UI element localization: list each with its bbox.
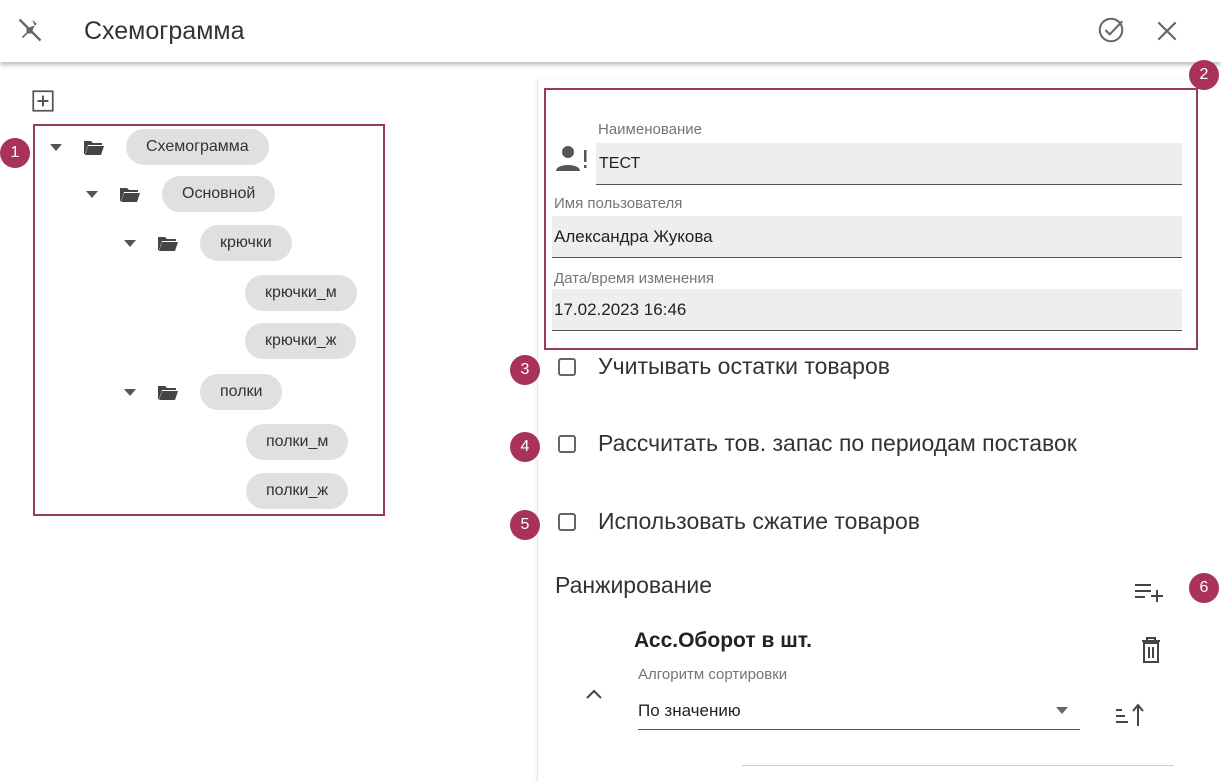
stock-checkbox-label[interactable]: Учитывать остатки товаров bbox=[598, 353, 890, 380]
tree-node-main[interactable]: Основной bbox=[86, 176, 276, 212]
folder-open-icon bbox=[120, 188, 140, 202]
dropdown-arrow-icon bbox=[1056, 707, 1068, 714]
date-label: Дата/время изменения bbox=[554, 270, 714, 287]
tree-node-label[interactable]: крючки_ж bbox=[245, 323, 357, 359]
folder-open-icon bbox=[158, 386, 178, 400]
user-field[interactable]: Александра Жукова bbox=[552, 216, 1182, 258]
marker-3: 3 bbox=[510, 355, 540, 385]
compress-checkbox-label[interactable]: Использовать сжатие товаров bbox=[598, 508, 920, 535]
caret-down-icon[interactable] bbox=[86, 190, 98, 198]
supply-checkbox[interactable] bbox=[558, 434, 576, 453]
tree-node-label[interactable]: полки_м bbox=[246, 424, 349, 460]
tree-node-label[interactable]: крючки bbox=[200, 225, 292, 261]
caret-down-icon[interactable] bbox=[50, 143, 62, 151]
folder-open-icon bbox=[158, 237, 178, 251]
divider bbox=[742, 765, 1174, 766]
tree-node-shelves[interactable]: полки bbox=[124, 374, 283, 410]
option-compress-row[interactable]: Использовать сжатие товаров bbox=[558, 508, 920, 535]
option-supply-row[interactable]: Рассчитать тов. запас по периодам постав… bbox=[558, 430, 1077, 457]
check-circle-icon[interactable] bbox=[1096, 15, 1126, 45]
chevron-up-icon[interactable] bbox=[583, 686, 605, 702]
sort-algorithm-value: По значению bbox=[638, 701, 741, 720]
marker-5: 5 bbox=[510, 510, 540, 540]
tree-node-label[interactable]: крючки_м bbox=[245, 275, 357, 311]
tree-node-hooks-f[interactable]: крючки_ж bbox=[245, 323, 357, 359]
date-field[interactable]: 17.02.2023 16:46 bbox=[552, 289, 1182, 331]
playlist-add-icon[interactable] bbox=[1133, 578, 1167, 604]
marker-6: 6 bbox=[1189, 573, 1219, 603]
marker-4: 4 bbox=[510, 432, 540, 462]
name-label: Наименование bbox=[598, 121, 702, 138]
sort-algorithm-select[interactable]: По значению bbox=[638, 692, 1080, 730]
user-alert-icon bbox=[556, 146, 587, 171]
trash-icon[interactable] bbox=[1139, 636, 1163, 664]
tree-node-shelves-m[interactable]: полки_м bbox=[246, 424, 349, 460]
tree-node-label[interactable]: Схемограмма bbox=[126, 129, 269, 165]
stock-checkbox[interactable] bbox=[558, 357, 576, 376]
tree-node-hooks[interactable]: крючки bbox=[124, 225, 292, 261]
caret-down-icon[interactable] bbox=[124, 388, 136, 396]
tree-node-label[interactable]: полки_ж bbox=[246, 473, 349, 509]
marker-2: 2 bbox=[1189, 60, 1219, 90]
ranking-item-title: Асс.Оборот в шт. bbox=[634, 629, 812, 652]
supply-checkbox-label[interactable]: Рассчитать тов. запас по периодам постав… bbox=[598, 430, 1077, 457]
marker-1: 1 bbox=[0, 138, 30, 168]
sort-ascending-icon[interactable] bbox=[1112, 700, 1146, 730]
caret-down-icon[interactable] bbox=[124, 239, 136, 247]
tree-node-hooks-m[interactable]: крючки_м bbox=[245, 275, 357, 311]
tree-node-label[interactable]: полки bbox=[200, 374, 283, 410]
user-label: Имя пользователя bbox=[554, 195, 683, 212]
folder-open-icon bbox=[84, 141, 104, 155]
name-field[interactable]: ТЕСТ bbox=[596, 143, 1182, 185]
compress-checkbox[interactable] bbox=[558, 512, 576, 531]
tree-node-schemogram[interactable]: Схемограмма bbox=[50, 129, 269, 165]
pin-off-icon[interactable] bbox=[16, 16, 44, 44]
ranking-title: Ранжирование bbox=[555, 572, 712, 598]
plus-square-icon[interactable] bbox=[30, 88, 56, 114]
close-icon[interactable] bbox=[1154, 18, 1180, 44]
tree-node-shelves-f[interactable]: полки_ж bbox=[246, 473, 349, 509]
page-title: Схемограмма bbox=[84, 17, 245, 45]
sort-algorithm-label: Алгоритм сортировки bbox=[638, 666, 788, 683]
tree-node-label[interactable]: Основной bbox=[162, 176, 276, 212]
option-stock-row[interactable]: Учитывать остатки товаров bbox=[558, 353, 890, 380]
